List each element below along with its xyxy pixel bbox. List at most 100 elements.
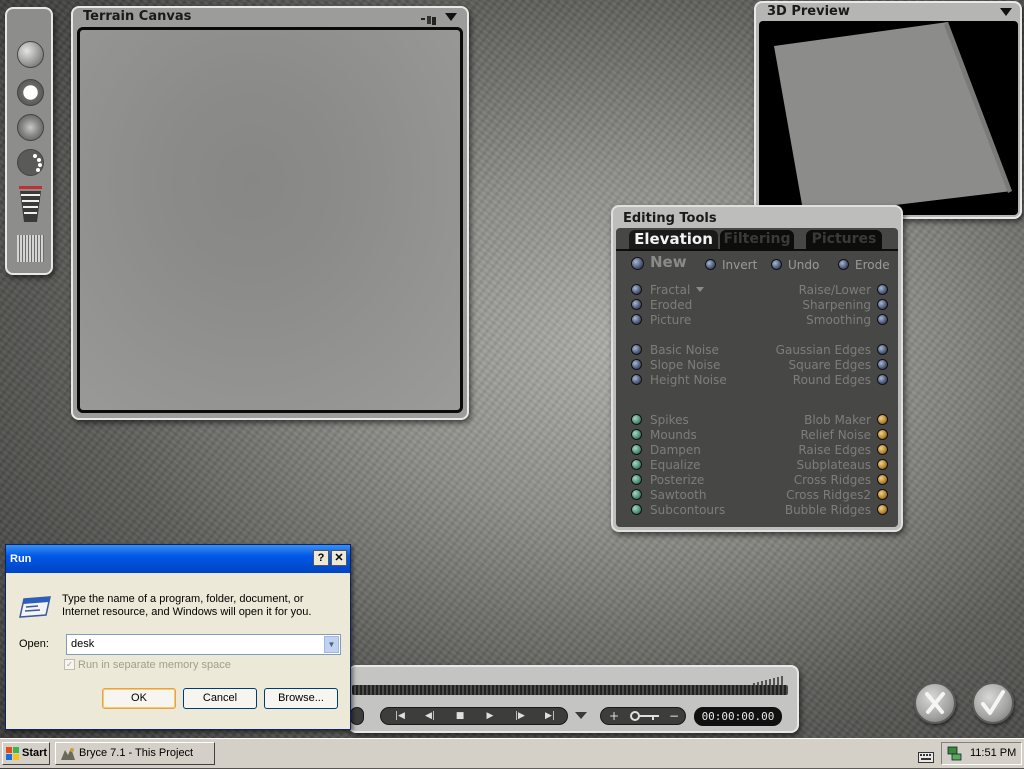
fractal-button[interactable]: Fractal: [650, 283, 690, 297]
height-noise-button[interactable]: Height Noise: [650, 373, 727, 387]
open-combobox[interactable]: desk ▼: [66, 634, 341, 655]
eroded-button[interactable]: Eroded: [650, 298, 692, 312]
tab-pictures[interactable]: Pictures: [806, 230, 882, 249]
sphere-brush-icon[interactable]: [17, 41, 44, 68]
posterize-bullet-icon[interactable]: [631, 474, 642, 485]
equalize-bullet-icon[interactable]: [631, 459, 642, 470]
blob-maker-bullet-icon[interactable]: [877, 414, 888, 425]
picture-button[interactable]: Picture: [650, 313, 691, 327]
remove-keyframe-icon[interactable]: −: [665, 710, 683, 722]
go-to-start-icon[interactable]: |◀: [387, 710, 413, 722]
cross-ridges2-button[interactable]: Cross Ridges2: [786, 488, 871, 502]
subcontours-bullet-icon[interactable]: [631, 504, 642, 515]
cross-ridges-button[interactable]: Cross Ridges: [794, 473, 871, 487]
network-icon[interactable]: [946, 746, 962, 761]
open-dropdown-arrow-icon[interactable]: ▼: [324, 636, 339, 653]
basic-noise-bullet-icon[interactable]: [631, 344, 642, 355]
animation-timeline[interactable]: [352, 685, 788, 695]
play-icon[interactable]: ▶: [477, 710, 503, 722]
subplateaus-bullet-icon[interactable]: [877, 459, 888, 470]
basic-noise-button[interactable]: Basic Noise: [650, 343, 719, 357]
invert-bullet-icon[interactable]: [705, 259, 716, 270]
dampen-button[interactable]: Dampen: [650, 443, 701, 457]
smoothing-bullet-icon[interactable]: [877, 314, 888, 325]
slope-noise-button[interactable]: Slope Noise: [650, 358, 720, 372]
soft-brush-icon[interactable]: [17, 114, 44, 141]
bubble-ridges-button[interactable]: Bubble Ridges: [785, 503, 871, 517]
undo-bullet-icon[interactable]: [771, 259, 782, 270]
sharpening-button[interactable]: Sharpening: [802, 298, 871, 312]
smoothing-button[interactable]: Smoothing: [806, 313, 871, 327]
eroded-bullet-icon[interactable]: [631, 299, 642, 310]
raise-lower-button[interactable]: Raise/Lower: [799, 283, 871, 297]
canvas-menu-chevron-icon[interactable]: [445, 13, 457, 21]
timeline-left-handle[interactable]: [350, 707, 364, 725]
posterize-button[interactable]: Posterize: [650, 473, 704, 487]
square-edges-button[interactable]: Square Edges: [788, 358, 871, 372]
fractal-bullet-icon[interactable]: [631, 284, 642, 295]
accept-check-button[interactable]: [972, 682, 1014, 724]
relief-noise-button[interactable]: Relief Noise: [800, 428, 871, 442]
terrain-canvas-area[interactable]: [77, 27, 463, 413]
animation-options-chevron-icon[interactable]: [575, 712, 587, 719]
keyframe-key-icon[interactable]: [625, 710, 663, 722]
subplateaus-button[interactable]: Subplateaus: [797, 458, 871, 472]
grid-resolution-icon[interactable]: [17, 235, 44, 262]
raise-lower-bullet-icon[interactable]: [877, 284, 888, 295]
browse-button[interactable]: Browse...: [264, 688, 338, 709]
help-button[interactable]: ?: [313, 550, 329, 566]
equalize-button[interactable]: Equalize: [650, 458, 701, 472]
keyboard-icon[interactable]: [918, 748, 934, 763]
add-keyframe-icon[interactable]: +: [605, 710, 623, 722]
round-edges-button[interactable]: Round Edges: [793, 373, 871, 387]
new-terrain-bullet-icon[interactable]: [631, 257, 644, 270]
new-terrain-button[interactable]: New: [650, 255, 687, 270]
3d-preview-viewport[interactable]: [759, 21, 1018, 215]
tab-filtering[interactable]: Filtering: [720, 230, 794, 249]
brush-level-icon[interactable]: [17, 184, 44, 224]
sharpening-bullet-icon[interactable]: [877, 299, 888, 310]
tab-elevation[interactable]: Elevation: [629, 230, 718, 249]
gaussian-edges-button[interactable]: Gaussian Edges: [776, 343, 871, 357]
step-back-icon[interactable]: ◀|: [417, 710, 443, 722]
raise-edges-button[interactable]: Raise Edges: [798, 443, 871, 457]
preview-menu-chevron-icon[interactable]: [1000, 8, 1012, 16]
mounds-bullet-icon[interactable]: [631, 429, 642, 440]
spikes-bullet-icon[interactable]: [631, 414, 642, 425]
gaussian-edges-bullet-icon[interactable]: [877, 344, 888, 355]
erode-button[interactable]: Erode: [855, 258, 890, 272]
canvas-options-icon[interactable]: [421, 11, 437, 25]
cancel-button[interactable]: Cancel: [183, 688, 257, 709]
clock[interactable]: 11:51 PM: [970, 743, 1016, 764]
cancel-x-button[interactable]: [914, 682, 956, 724]
cross-ridges2-bullet-icon[interactable]: [877, 489, 888, 500]
stop-icon[interactable]: ■: [447, 710, 473, 722]
spikes-button[interactable]: Spikes: [650, 413, 689, 427]
ok-button[interactable]: OK: [102, 688, 176, 709]
sawtooth-bullet-icon[interactable]: [631, 489, 642, 500]
sawtooth-button[interactable]: Sawtooth: [650, 488, 706, 502]
brush-spacing-icon[interactable]: [17, 149, 44, 176]
square-edges-bullet-icon[interactable]: [877, 359, 888, 370]
round-edges-bullet-icon[interactable]: [877, 374, 888, 385]
subcontours-button[interactable]: Subcontours: [650, 503, 725, 517]
picture-bullet-icon[interactable]: [631, 314, 642, 325]
height-noise-bullet-icon[interactable]: [631, 374, 642, 385]
go-to-end-icon[interactable]: ▶|: [537, 710, 563, 722]
cross-ridges-bullet-icon[interactable]: [877, 474, 888, 485]
invert-button[interactable]: Invert: [722, 258, 757, 272]
blob-maker-button[interactable]: Blob Maker: [804, 413, 871, 427]
raise-edges-bullet-icon[interactable]: [877, 444, 888, 455]
mounds-button[interactable]: Mounds: [650, 428, 697, 442]
run-dialog-titlebar[interactable]: Run ? ✕: [6, 545, 350, 573]
hard-brush-icon[interactable]: [17, 79, 44, 106]
slope-noise-bullet-icon[interactable]: [631, 359, 642, 370]
dampen-bullet-icon[interactable]: [631, 444, 642, 455]
taskbar-item-bryce[interactable]: Bryce 7.1 - This Project: [55, 742, 215, 765]
bubble-ridges-bullet-icon[interactable]: [877, 504, 888, 515]
start-button[interactable]: Start: [2, 742, 50, 765]
step-forward-icon[interactable]: |▶: [507, 710, 533, 722]
undo-button[interactable]: Undo: [788, 258, 819, 272]
relief-noise-bullet-icon[interactable]: [877, 429, 888, 440]
erode-bullet-icon[interactable]: [838, 259, 849, 270]
